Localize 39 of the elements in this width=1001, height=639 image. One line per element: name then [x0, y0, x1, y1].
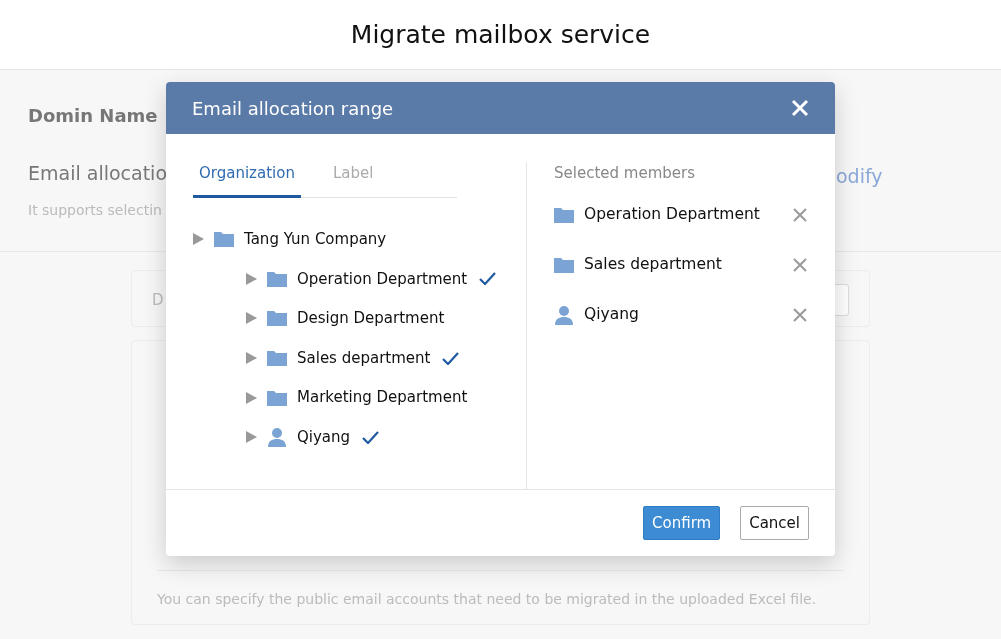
note-text: You can specify the public email accounts that need to be migrated in the uploaded Excel file.	[157, 570, 844, 610]
member-name: Qiyang	[584, 303, 640, 325]
hint-text: It supports selectin	[28, 200, 162, 220]
card-label: D	[152, 291, 164, 309]
section-heading: Selected members	[554, 163, 696, 184]
folder-icon	[214, 231, 234, 248]
folder-icon	[267, 389, 287, 406]
tree-item[interactable]: Marketing Department	[297, 386, 468, 409]
folder-icon	[267, 270, 287, 287]
remove-button[interactable]	[793, 257, 807, 272]
tree-item[interactable]: Design Department	[297, 307, 445, 330]
member-name: Operation Department	[584, 203, 761, 225]
tree-item[interactable]: Tang Yun Company	[244, 228, 387, 251]
expand-arrow-icon[interactable]	[246, 312, 257, 325]
person-icon	[267, 427, 287, 448]
field-label: Email allocatio	[28, 161, 168, 186]
tab[interactable]: Organization	[193, 162, 301, 198]
folder-icon	[267, 350, 287, 367]
folder-icon	[267, 310, 287, 327]
tree-item[interactable]: Qiyang	[297, 426, 351, 449]
confirm-button[interactable]: Confirm	[643, 505, 721, 541]
expand-arrow-icon[interactable]	[193, 233, 204, 246]
expand-arrow-icon[interactable]	[246, 272, 257, 285]
tree-item[interactable]: Sales department	[297, 346, 431, 370]
remove-button[interactable]	[793, 207, 807, 222]
dialog-title: Email allocation range	[192, 96, 394, 121]
expand-arrow-icon[interactable]	[246, 352, 257, 365]
person-icon	[554, 304, 574, 325]
cancel-button[interactable]: Cancel	[740, 505, 809, 541]
member-name: Sales department	[584, 253, 723, 275]
close-button[interactable]	[791, 99, 809, 117]
expand-arrow-icon[interactable]	[246, 431, 257, 444]
field-label: Domin Name	[28, 104, 158, 128]
folder-icon	[554, 206, 574, 223]
tree-item[interactable]: Operation Department	[297, 267, 468, 291]
page-title: Migrate mailbox service	[350, 18, 651, 51]
remove-button[interactable]	[793, 307, 807, 322]
expand-arrow-icon[interactable]	[246, 391, 257, 404]
folder-icon	[554, 256, 574, 273]
